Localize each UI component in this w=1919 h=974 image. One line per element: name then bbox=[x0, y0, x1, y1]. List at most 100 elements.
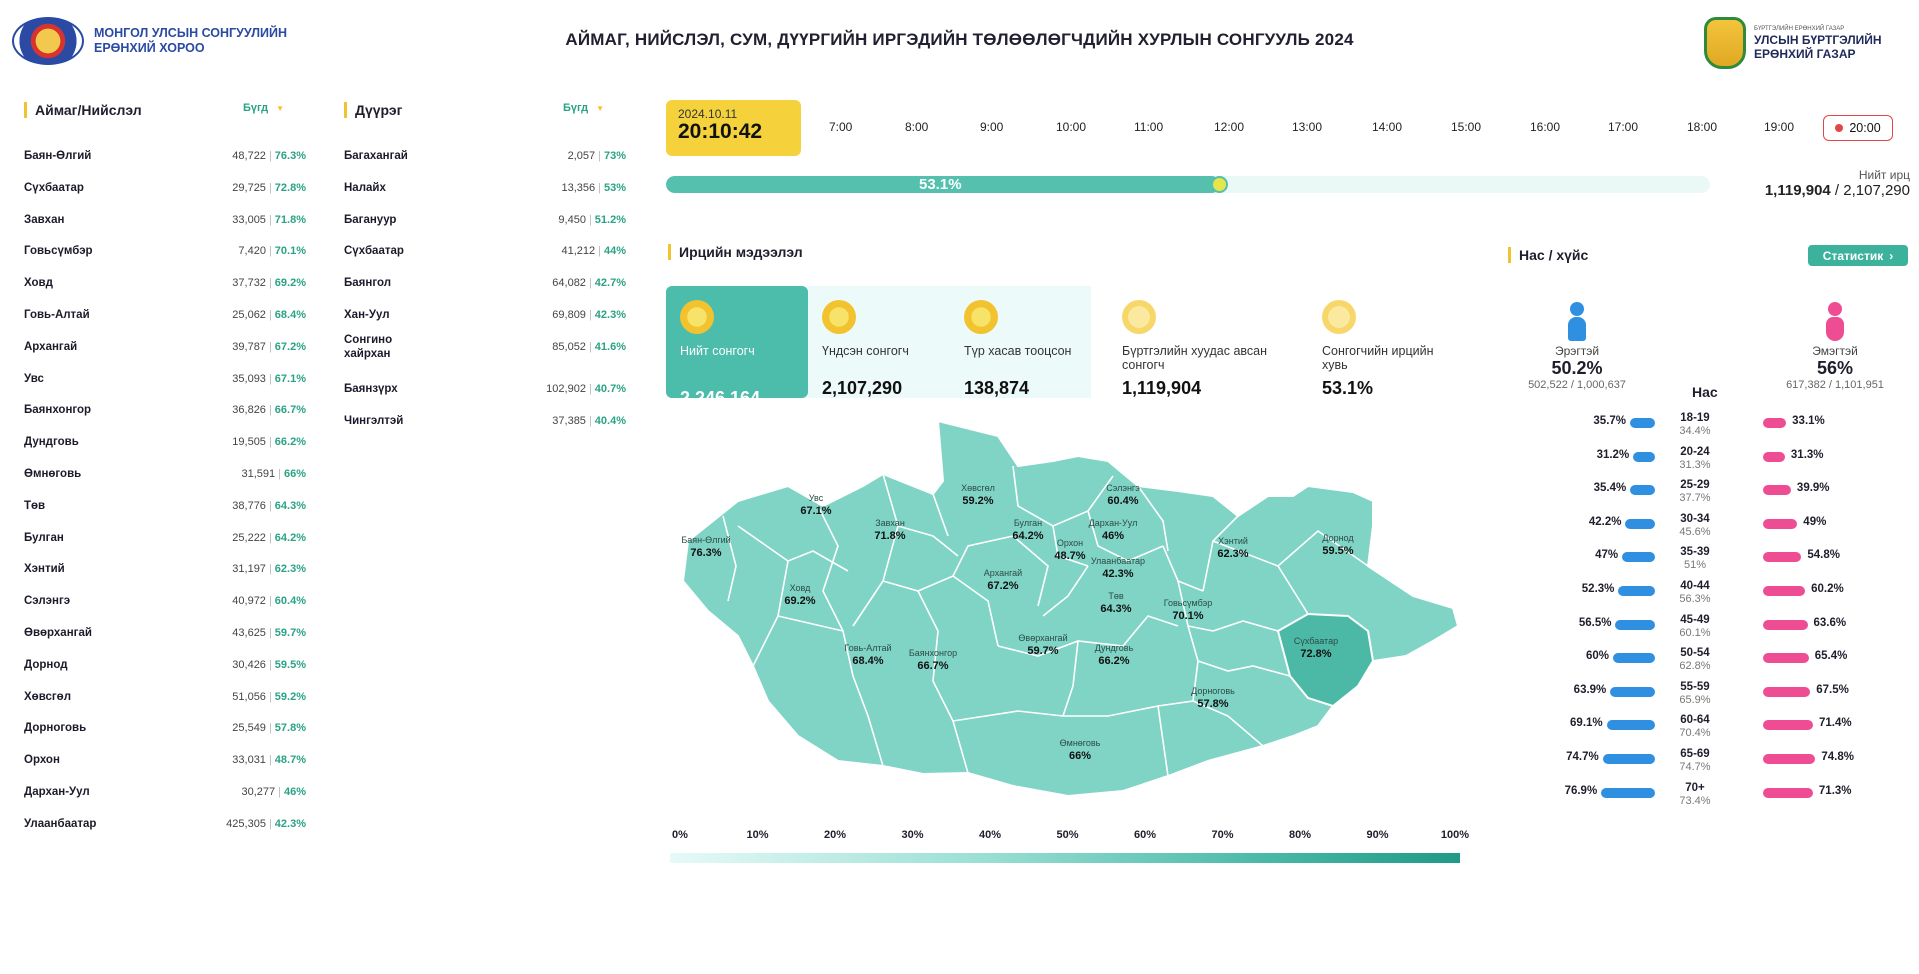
duureg-filter-label: Бүгд bbox=[563, 102, 589, 114]
age-range: 65-69 74.7% bbox=[1665, 748, 1725, 774]
aimag-row[interactable]: Өвөрхангай 43,625 | 59.7% bbox=[24, 623, 306, 643]
map-region-name: Улаанбаатар bbox=[1091, 556, 1145, 566]
aimag-row[interactable]: Завхан 33,005 | 71.8% bbox=[24, 210, 306, 230]
map-region-name: Булган bbox=[1014, 518, 1042, 528]
aimag-row-name: Булган bbox=[24, 531, 64, 544]
aimag-row[interactable]: Дундговь 19,505 | 66.2% bbox=[24, 432, 306, 452]
aimag-row-count: 31,197 bbox=[232, 563, 266, 576]
legend-tick: 50% bbox=[1056, 829, 1079, 841]
aimag-row[interactable]: Баянхонгор 36,826 | 66.7% bbox=[24, 400, 306, 420]
aimag-row[interactable]: Ховд 37,732 | 69.2% bbox=[24, 273, 306, 293]
aimag-row[interactable]: Орхон 33,031 | 48.7% bbox=[24, 750, 306, 770]
duureg-row[interactable]: Сонгино хайрхан 85,052 | 41.6% bbox=[344, 334, 626, 360]
aimag-row[interactable]: Увс 35,093 | 67.1% bbox=[24, 369, 306, 389]
aimag-row[interactable]: Төв 38,776 | 64.3% bbox=[24, 496, 306, 516]
male-counts: 502,522 / 1,000,637 bbox=[1528, 379, 1626, 391]
total-turnout-label: Нийт ирц bbox=[1858, 168, 1910, 182]
timeline-hour[interactable]: 9:00 bbox=[980, 120, 1003, 134]
chevron-down-icon: ▼ bbox=[276, 104, 285, 113]
timeline-hour[interactable]: 7:00 bbox=[829, 120, 852, 134]
duureg-row[interactable]: Сүхбаатар 41,212 | 44% bbox=[344, 241, 626, 261]
legend-tick: 90% bbox=[1366, 829, 1389, 841]
info-card: Сонгогчийн ирцийн хувь 53.1% bbox=[1308, 286, 1468, 398]
duureg-row[interactable]: Чингэлтэй 37,385 | 40.4% bbox=[344, 411, 626, 431]
aimag-row[interactable]: Дархан-Уул 30,277 | 46% bbox=[24, 782, 306, 802]
aimag-row-name: Ховд bbox=[24, 277, 53, 290]
aimag-row[interactable]: Дорнод 30,426 | 59.5% bbox=[24, 655, 306, 675]
info-card-label: Сонгогчийн ирцийн хувь bbox=[1322, 344, 1434, 372]
map-region-name: Дорноговь bbox=[1191, 686, 1235, 696]
timeline-hour[interactable]: 19:00 bbox=[1764, 120, 1794, 134]
duureg-filter-dropdown[interactable]: Бүгд ▼ bbox=[563, 102, 604, 114]
info-card-value: 138,874 bbox=[964, 378, 1030, 398]
aimag-row[interactable]: Улаанбаатар 425,305 | 42.3% bbox=[24, 814, 306, 834]
aimag-row-name: Говь-Алтай bbox=[24, 309, 90, 321]
aimag-row[interactable]: Хэнтий 31,197 | 62.3% bbox=[24, 559, 306, 579]
aimag-row[interactable]: Сүхбаатар 29,725 | 72.8% bbox=[24, 178, 306, 198]
female-percent-label: 63.6% bbox=[1813, 616, 1847, 629]
aimag-row-separator: | bbox=[268, 531, 272, 544]
timeline-current-hour[interactable]: 20:00 bbox=[1823, 115, 1893, 141]
age-range-label: 18-19 bbox=[1680, 412, 1710, 424]
male-percent-label: 56.5% bbox=[1578, 616, 1612, 629]
timeline-hour[interactable]: 16:00 bbox=[1530, 120, 1560, 134]
aimag-row[interactable]: Хөвсгөл 51,056 | 59.2% bbox=[24, 687, 306, 707]
aimag-row[interactable]: Говь-Алтай 25,062 | 68.4% bbox=[24, 305, 306, 325]
aimag-row[interactable]: Баян-Өлгий 48,722 | 76.3% bbox=[24, 146, 306, 166]
aimag-row[interactable]: Сэлэнгэ 40,972 | 60.4% bbox=[24, 591, 306, 611]
female-percent-label: 39.9% bbox=[1796, 482, 1830, 495]
map-region-name: Баянхонгор bbox=[909, 648, 957, 658]
timeline-hour[interactable]: 13:00 bbox=[1292, 120, 1322, 134]
timeline-hour[interactable]: 18:00 bbox=[1687, 120, 1717, 134]
aimag-filter-dropdown[interactable]: Бүгд ▼ bbox=[243, 102, 284, 114]
legend-tick: 0% bbox=[672, 829, 688, 841]
aimag-row[interactable]: Архангай 39,787 | 67.2% bbox=[24, 337, 306, 357]
female-bar bbox=[1763, 653, 1809, 664]
duureg-row[interactable]: Баянгол 64,082 | 42.7% bbox=[344, 273, 626, 293]
current-date: 2024.10.11 bbox=[678, 107, 738, 121]
aimag-row-separator: | bbox=[268, 404, 272, 417]
map-region-percent: 59.2% bbox=[962, 495, 993, 507]
duureg-row[interactable]: Налайх 13,356 | 53% bbox=[344, 178, 626, 198]
info-card-value: 2,246,164 bbox=[680, 388, 761, 408]
aimag-row[interactable]: Өмнөговь 31,591 | 66% bbox=[24, 464, 306, 484]
timeline-hour[interactable]: 17:00 bbox=[1608, 120, 1638, 134]
timeline-hour[interactable]: 15:00 bbox=[1451, 120, 1481, 134]
duureg-row-separator: | bbox=[588, 340, 592, 353]
timeline-hour[interactable]: 12:00 bbox=[1214, 120, 1244, 134]
aimag-row-separator: | bbox=[278, 786, 281, 798]
age-row: 42.2% 30-34 45.6% 49% bbox=[1560, 509, 1900, 539]
aimag-row-count: 425,305 bbox=[226, 817, 266, 830]
timeline-hour[interactable]: 11:00 bbox=[1134, 120, 1163, 134]
female-percent-label: 74.8% bbox=[1821, 751, 1854, 763]
statistics-button[interactable]: Статистик › bbox=[1808, 245, 1908, 266]
duureg-row[interactable]: Багануур 9,450 | 51.2% bbox=[344, 210, 626, 230]
map-region-name: Баян-Өлгий bbox=[681, 535, 730, 545]
timeline-hour[interactable]: 14:00 bbox=[1372, 120, 1402, 134]
aimag-row-value: 19,505 | 66.2% bbox=[232, 436, 306, 448]
aimag-row[interactable]: Говьсүмбэр 7,420 | 70.1% bbox=[24, 241, 306, 261]
aimag-row-name: Хөвсгөл bbox=[24, 690, 71, 703]
age-range: 50-54 62.8% bbox=[1665, 647, 1725, 673]
duureg-row-value: 64,082 | 42.7% bbox=[552, 277, 626, 289]
aimag-row[interactable]: Булган 25,222 | 64.2% bbox=[24, 528, 306, 548]
duureg-row[interactable]: Хан-Уул 69,809 | 42.3% bbox=[344, 305, 626, 325]
map-region-name: Увс bbox=[809, 493, 824, 503]
aimag-row-value: 51,056 | 59.2% bbox=[232, 691, 306, 703]
male-percent-label: 76.9% bbox=[1564, 784, 1598, 797]
duureg-row-value: 2,057 | 73% bbox=[568, 150, 626, 162]
info-card: Түр хасав тооцсон 138,874 bbox=[950, 286, 1092, 398]
timeline-hour[interactable]: 8:00 bbox=[905, 120, 928, 134]
aimag-row-name: Говьсүмбэр bbox=[24, 245, 93, 258]
aimag-row-value: 33,005 | 71.8% bbox=[232, 214, 306, 226]
legend-tick: 40% bbox=[978, 829, 1002, 841]
aimag-row[interactable]: Дорноговь 25,549 | 57.8% bbox=[24, 718, 306, 738]
map-region-name: Ховд bbox=[790, 583, 812, 593]
duureg-row[interactable]: Багахангай 2,057 | 73% bbox=[344, 146, 626, 166]
female-label: Эмэгтэй bbox=[1812, 344, 1858, 358]
male-bar bbox=[1601, 787, 1655, 798]
timeline-hour[interactable]: 10:00 bbox=[1056, 120, 1086, 134]
female-percent-label: 65.4% bbox=[1814, 650, 1848, 663]
duureg-row[interactable]: Баянзүрх 102,902 | 40.7% bbox=[344, 379, 626, 399]
duureg-row-value: 102,902 | 40.7% bbox=[546, 383, 626, 395]
